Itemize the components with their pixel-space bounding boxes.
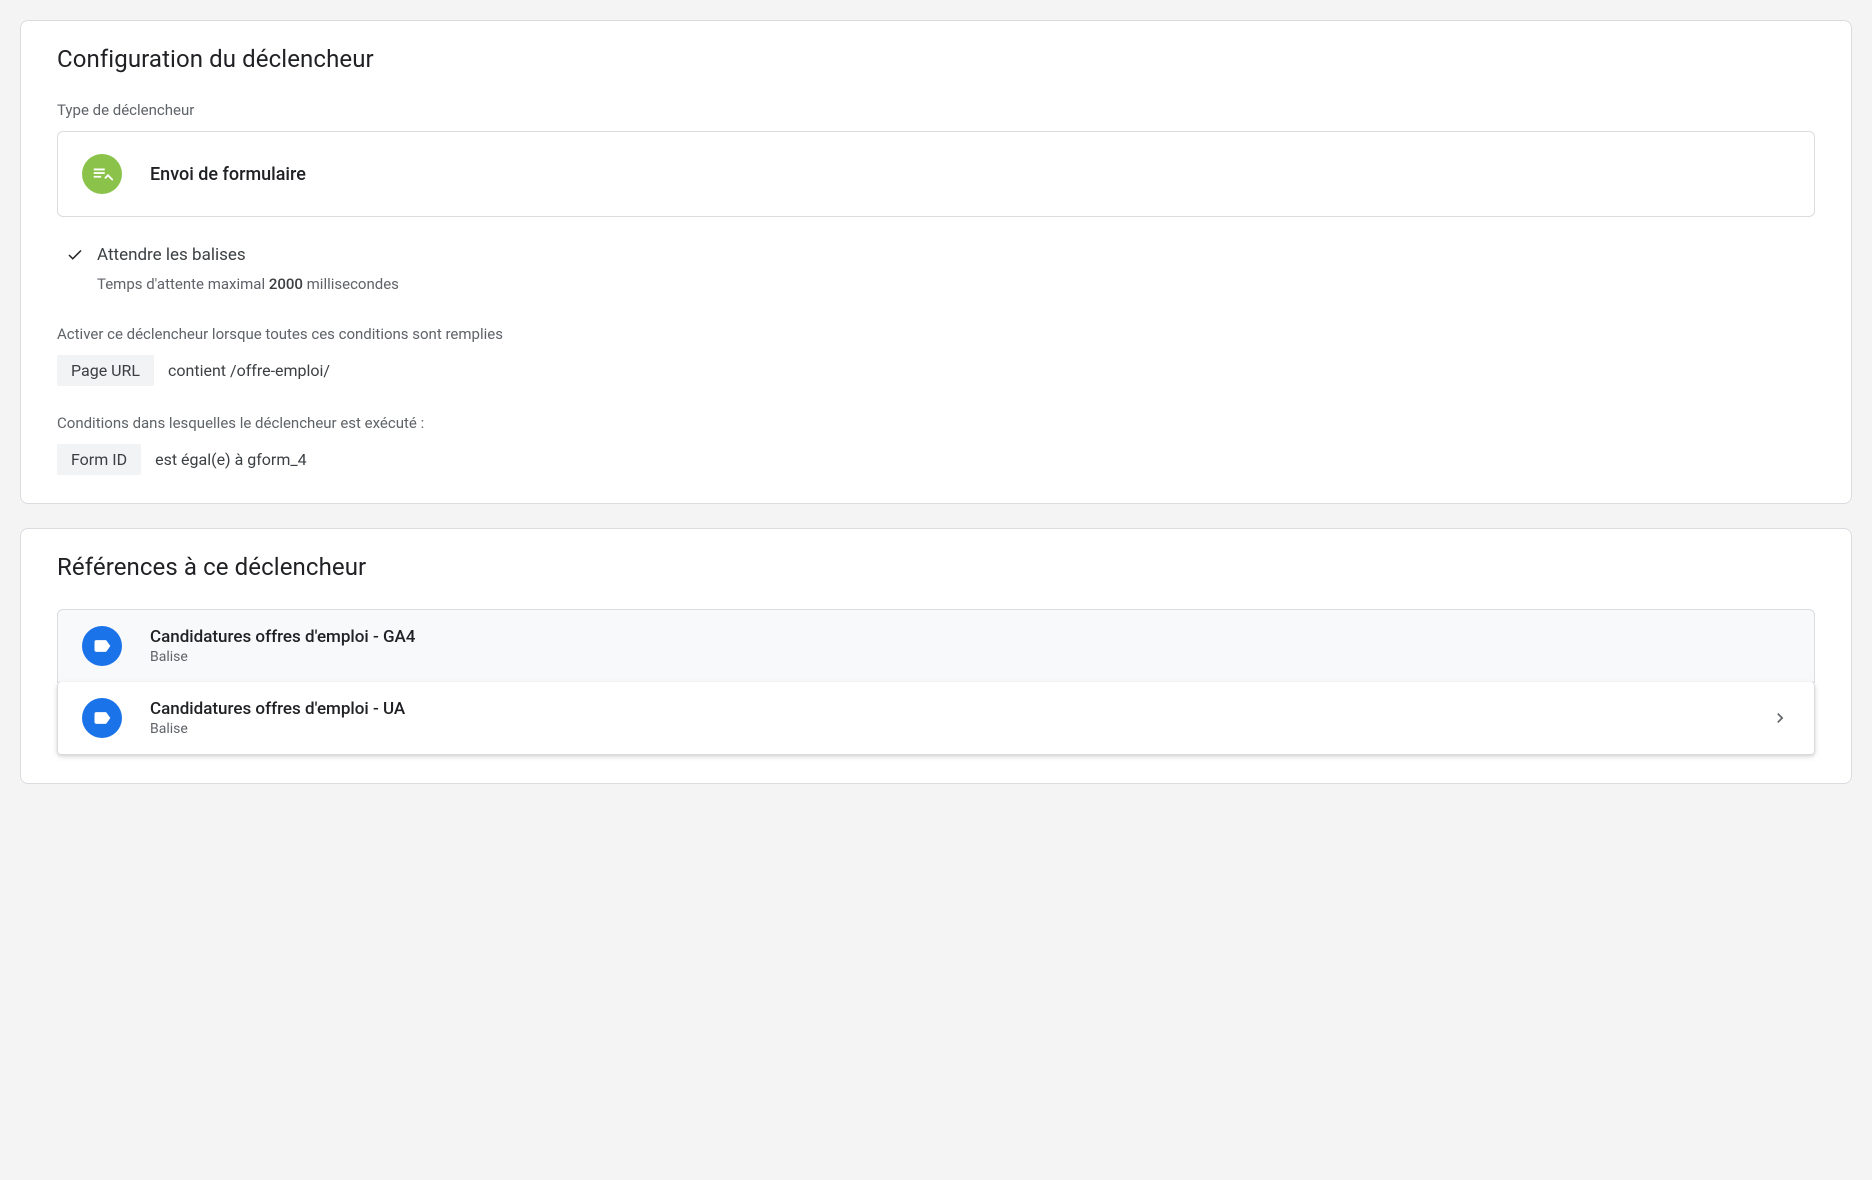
reference-item-ua[interactable]: Candidatures offres d'emploi - UA Balise bbox=[57, 682, 1815, 755]
tag-icon bbox=[82, 626, 122, 666]
activation-condition-label: Activer ce déclencheur lorsque toutes ce… bbox=[57, 325, 1815, 343]
references-list: Candidatures offres d'emploi - GA4 Balis… bbox=[57, 609, 1815, 755]
reference-name: Candidatures offres d'emploi - UA bbox=[150, 699, 1742, 719]
tag-icon bbox=[82, 698, 122, 738]
fire-condition-section: Conditions dans lesquelles le déclencheu… bbox=[57, 414, 1815, 475]
references-title: Références à ce déclencheur bbox=[57, 553, 1815, 581]
variable-chip-form-id: Form ID bbox=[57, 444, 141, 475]
activation-condition-row: Page URL contient /offre-emploi/ bbox=[57, 355, 1815, 386]
reference-name: Candidatures offres d'emploi - GA4 bbox=[150, 627, 1790, 647]
reference-content: Candidatures offres d'emploi - UA Balise bbox=[150, 699, 1742, 737]
fire-condition-row: Form ID est égal(e) à gform_4 bbox=[57, 444, 1815, 475]
wait-for-tags-label: Attendre les balises bbox=[97, 245, 246, 265]
wait-time-text: Temps d'attente maximal 2000 millisecond… bbox=[97, 275, 1815, 293]
reference-content: Candidatures offres d'emploi - GA4 Balis… bbox=[150, 627, 1790, 665]
chevron-right-icon bbox=[1770, 708, 1790, 728]
references-card: Références à ce déclencheur Candidatures… bbox=[20, 528, 1852, 784]
activation-condition-section: Activer ce déclencheur lorsque toutes ce… bbox=[57, 325, 1815, 386]
fire-condition-value: est égal(e) à gform_4 bbox=[155, 450, 307, 469]
trigger-type-name: Envoi de formulaire bbox=[150, 164, 306, 185]
activation-condition-value: contient /offre-emploi/ bbox=[168, 361, 330, 380]
wait-for-tags-row: Attendre les balises bbox=[65, 245, 1815, 265]
reference-type: Balise bbox=[150, 649, 1790, 665]
trigger-config-card: Configuration du déclencheur Type de déc… bbox=[20, 20, 1852, 504]
form-submit-icon bbox=[82, 154, 122, 194]
trigger-type-selector[interactable]: Envoi de formulaire bbox=[57, 131, 1815, 217]
variable-chip-page-url: Page URL bbox=[57, 355, 154, 386]
fire-condition-label: Conditions dans lesquelles le déclencheu… bbox=[57, 414, 1815, 432]
checkmark-icon bbox=[65, 245, 85, 265]
reference-type: Balise bbox=[150, 721, 1742, 737]
trigger-config-title: Configuration du déclencheur bbox=[57, 45, 1815, 73]
trigger-type-label: Type de déclencheur bbox=[57, 101, 1815, 119]
reference-item-ga4[interactable]: Candidatures offres d'emploi - GA4 Balis… bbox=[57, 609, 1815, 683]
